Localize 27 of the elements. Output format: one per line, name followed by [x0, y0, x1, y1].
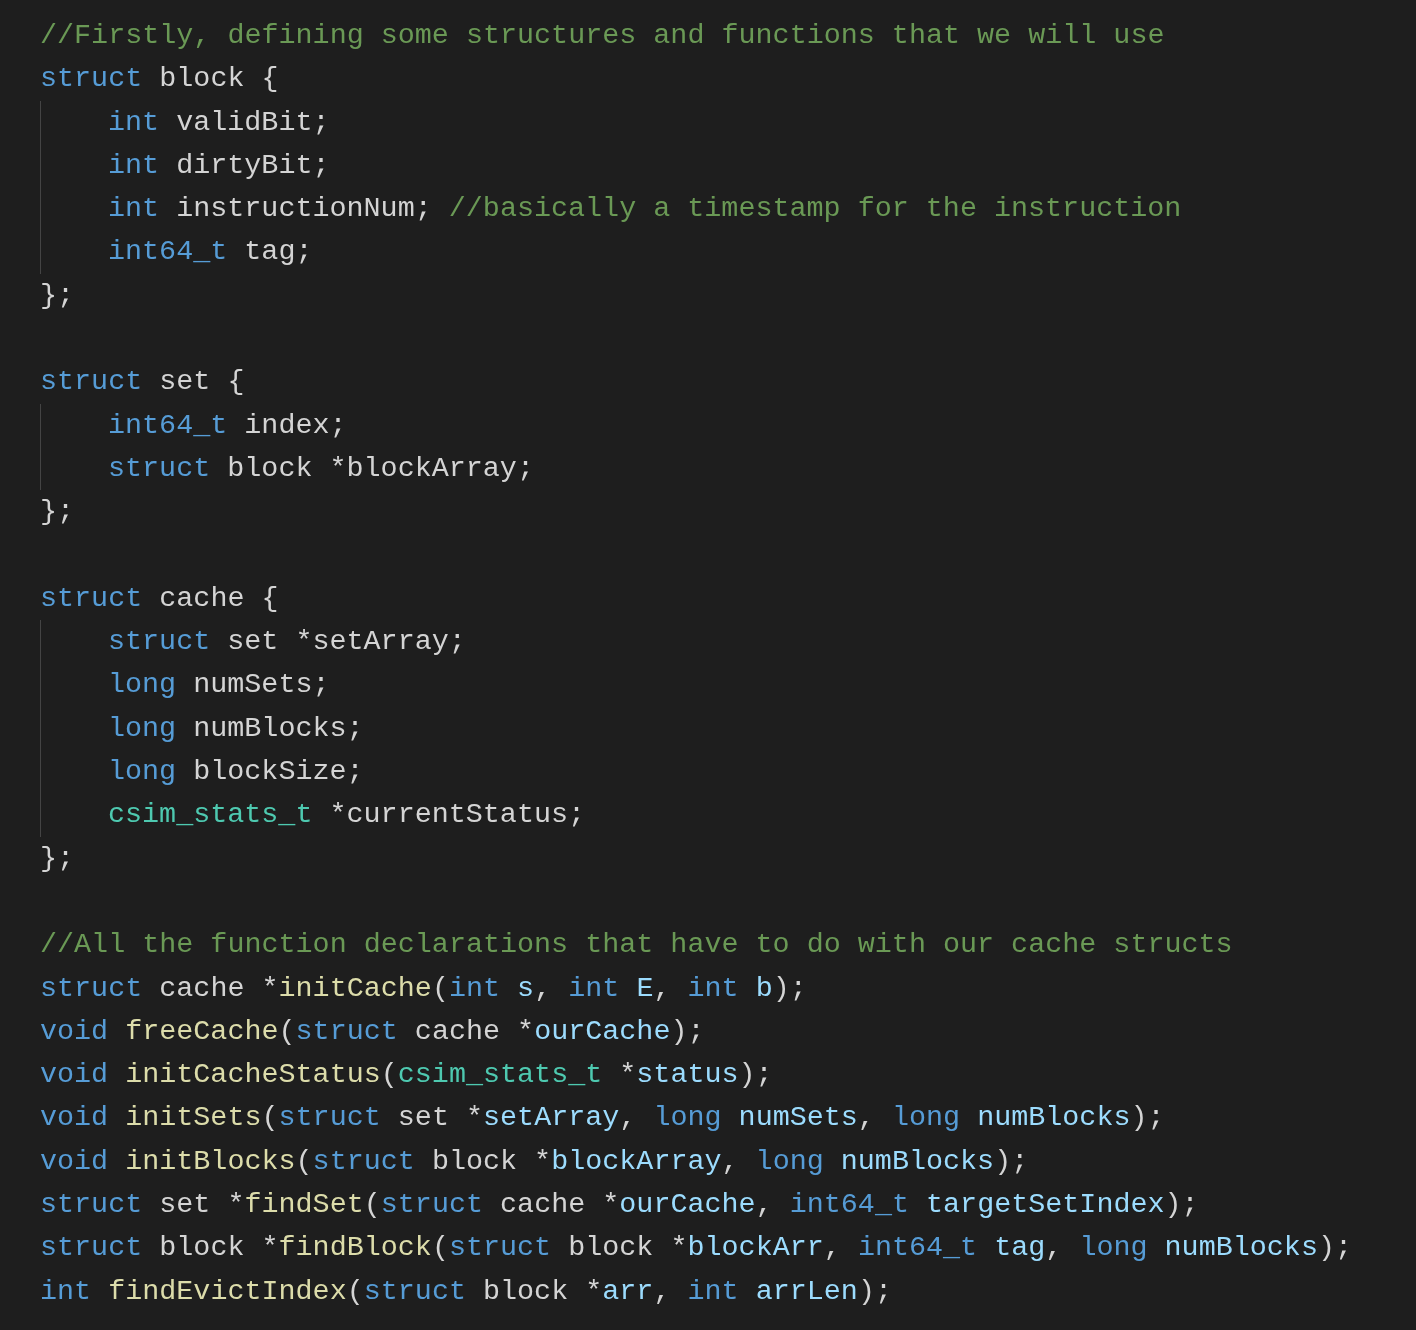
code-line: struct cache { — [40, 580, 279, 617]
code-line: struct cache *initCache(int s, int E, int b); — [40, 970, 807, 1007]
code-line: }; — [40, 494, 75, 531]
code-line: void initBlocks(struct block *blockArray, long numBlocks); — [40, 1143, 1029, 1180]
code-line: int64_t tag; — [108, 234, 313, 271]
code-line: //All the function declarations that have to do with our cache structs — [40, 927, 1233, 964]
code-line: struct set *setArray; — [108, 624, 466, 661]
code-line: long numBlocks; — [108, 710, 364, 747]
code-line: void initSets(struct set *setArray, long numSets, long numBlocks); — [40, 1100, 1165, 1137]
code-line: int64_t index; — [108, 407, 347, 444]
code-line: //Firstly, defining some structures and functions that we will use — [40, 18, 1165, 54]
code-line: struct set { — [40, 364, 245, 401]
code-line: int dirtyBit; — [108, 147, 330, 184]
code-line: void initCacheStatus(csim_stats_t *status); — [40, 1057, 773, 1094]
code-line: }; — [40, 840, 75, 877]
code-line: struct block *blockArray; — [108, 450, 534, 487]
code-line: void freeCache(struct cache *ourCache); — [40, 1013, 705, 1050]
code-line: struct block { — [40, 61, 279, 98]
code-line: long numSets; — [108, 667, 330, 704]
code-line: }; — [40, 277, 75, 314]
code-line: int findEvictIndex(struct block *arr, int arrLen); — [40, 1273, 892, 1310]
code-line: struct set *findSet(struct cache *ourCache, int64_t targetSetIndex); — [40, 1187, 1199, 1223]
code-line: int instructionNum; //basically a timestamp for the instruction — [108, 191, 1182, 228]
code-line: long blockSize; — [108, 754, 364, 791]
code-line: int validBit; — [108, 104, 330, 141]
code-line: struct block *findBlock(struct block *blockArr, int64_t tag, long numBlocks); — [40, 1230, 1352, 1267]
code-line: csim_stats_t *currentStatus; — [108, 797, 586, 834]
